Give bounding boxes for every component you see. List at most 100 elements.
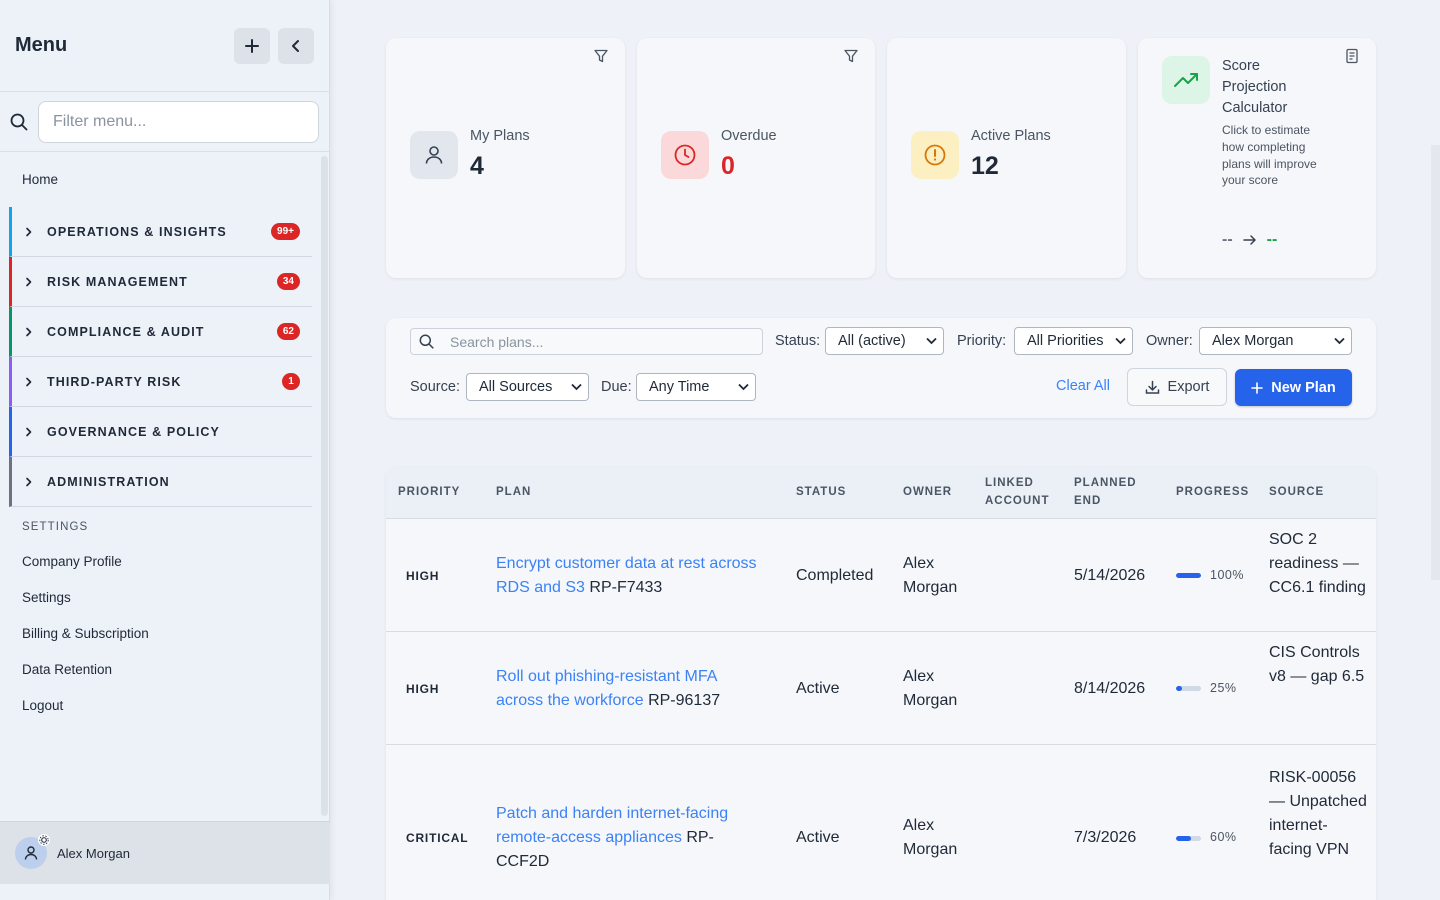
- table-row[interactable]: CRITICAL Patch and harden internet-facing…: [386, 745, 1376, 900]
- chevron-right-icon: [25, 377, 37, 387]
- source-select-value: All Sources: [479, 379, 553, 395]
- search-icon: [419, 334, 434, 349]
- filter-menu-input[interactable]: [38, 100, 319, 143]
- page-scrollbar[interactable]: [1431, 145, 1440, 580]
- main-content: My Plans 4 Overdue 0 Active Plans 12 Sco…: [331, 0, 1440, 900]
- stat-card-active-plans[interactable]: Active Plans 12: [887, 38, 1126, 278]
- status-cell: Active: [796, 680, 840, 697]
- source-cell: RISK-00056 — Unpatched internet-facing V…: [1269, 769, 1367, 858]
- chevron-right-icon: [25, 327, 37, 337]
- status-select[interactable]: All (active): [825, 327, 944, 355]
- column-header-plan[interactable]: PLAN: [496, 483, 531, 501]
- sidebar-item-home[interactable]: Home: [0, 152, 330, 207]
- clock-icon: [661, 131, 709, 179]
- status-label: Status:: [775, 333, 821, 349]
- column-header-progress[interactable]: PROGRESS: [1176, 483, 1249, 501]
- progress-percent: 25%: [1210, 681, 1237, 695]
- count-badge: 62: [276, 323, 300, 340]
- count-badge: 1: [282, 373, 300, 390]
- sidebar-item-risk-management[interactable]: RISK MANAGEMENT 34: [9, 257, 312, 307]
- sidebar-link-company-profile[interactable]: Company Profile: [0, 543, 330, 579]
- owner-select-value: Alex Morgan: [1212, 333, 1294, 349]
- source-cell: CIS Controls v8 — gap 6.5: [1269, 644, 1365, 685]
- sidebar-item-governance-policy[interactable]: GOVERNANCE & POLICY: [9, 407, 312, 457]
- user-profile[interactable]: Alex Morgan: [0, 821, 330, 884]
- plus-icon: [245, 38, 259, 53]
- chevron-left-icon: [292, 39, 299, 52]
- stat-value: 4: [470, 152, 484, 180]
- sidebar: Menu Home OPERATIONS & INSIGHTS 99+ RISK M…: [0, 0, 330, 900]
- new-plan-button[interactable]: New Plan: [1235, 369, 1352, 406]
- sidebar-link-logout[interactable]: Logout: [0, 687, 330, 723]
- score-projection-card[interactable]: Score Projection Calculator Click to est…: [1138, 38, 1376, 278]
- chevron-down-icon: [1334, 337, 1345, 345]
- document-icon[interactable]: [1344, 48, 1360, 64]
- sidebar-item-label: ADMINISTRATION: [47, 474, 170, 489]
- chevron-right-icon: [25, 427, 37, 437]
- arrow-right-icon: [1242, 235, 1256, 245]
- stat-label: Overdue: [721, 128, 777, 144]
- clear-all-button[interactable]: Clear All: [1056, 378, 1110, 394]
- settings-heading: SETTINGS: [22, 521, 89, 533]
- plan-cell: Encrypt customer data at rest across RDS…: [496, 552, 761, 600]
- sidebar-link-settings[interactable]: Settings: [0, 579, 330, 615]
- export-button[interactable]: Export: [1127, 368, 1227, 406]
- filter-icon[interactable]: [593, 48, 609, 64]
- projected-score: --: [1266, 231, 1278, 248]
- column-header-owner[interactable]: OWNER: [903, 483, 952, 501]
- chevron-right-icon: [25, 277, 37, 287]
- new-plan-label: New Plan: [1271, 379, 1336, 396]
- user-icon: [24, 846, 38, 860]
- search-icon: [10, 113, 38, 131]
- priority-select[interactable]: All Priorities: [1014, 327, 1133, 355]
- sidebar-item-label: OPERATIONS & INSIGHTS: [47, 224, 227, 239]
- priority-select-value: All Priorities: [1027, 333, 1104, 349]
- sidebar-item-operations-insights[interactable]: OPERATIONS & INSIGHTS 99+: [9, 207, 312, 257]
- count-badge: 99+: [271, 223, 300, 240]
- table-header: PRIORITY PLAN STATUS OWNER LINKED ACCOUN…: [386, 467, 1376, 519]
- stat-card-overdue[interactable]: Overdue 0: [637, 38, 875, 278]
- add-menu-button[interactable]: [234, 27, 270, 64]
- owner-label: Owner:: [1146, 333, 1193, 349]
- column-header-planned-end[interactable]: PLANNED END: [1074, 474, 1149, 510]
- sidebar-link-data-retention[interactable]: Data Retention: [0, 651, 330, 687]
- column-header-source[interactable]: SOURCE: [1269, 483, 1324, 501]
- sidebar-title: Menu: [15, 34, 68, 56]
- due-select[interactable]: Any Time: [636, 373, 756, 401]
- filter-icon[interactable]: [843, 48, 859, 64]
- stat-card-my-plans[interactable]: My Plans 4: [386, 38, 625, 278]
- trending-up-icon: [1162, 56, 1210, 104]
- source-label: Source:: [410, 379, 460, 395]
- sidebar-link-billing-subscription[interactable]: Billing & Subscription: [0, 615, 330, 651]
- sidebar-item-label: COMPLIANCE & AUDIT: [47, 324, 205, 339]
- sidebar-item-third-party-risk[interactable]: THIRD-PARTY RISK 1: [9, 357, 312, 407]
- priority-cell: HIGH: [406, 569, 440, 583]
- stat-label: My Plans: [470, 128, 530, 144]
- progress-bar: [1176, 836, 1201, 841]
- plan-id: RP-F7433: [589, 579, 663, 596]
- sidebar-scrollbar[interactable]: [321, 156, 328, 816]
- table-row[interactable]: HIGH Encrypt customer data at rest across…: [386, 519, 1376, 632]
- current-score: --: [1222, 231, 1233, 248]
- collapse-sidebar-button[interactable]: [278, 27, 314, 64]
- owner-cell: Alex Morgan: [903, 555, 958, 596]
- source-select[interactable]: All Sources: [466, 373, 589, 401]
- sidebar-item-administration[interactable]: ADMINISTRATION: [9, 457, 312, 507]
- sidebar-item-compliance-audit[interactable]: COMPLIANCE & AUDIT 62: [9, 307, 312, 357]
- table-row[interactable]: HIGH Roll out phishing-resistant MFA acro…: [386, 632, 1376, 745]
- stat-value: 0: [721, 152, 735, 180]
- owner-select[interactable]: Alex Morgan: [1199, 327, 1352, 355]
- search-plans-input[interactable]: [450, 333, 750, 350]
- column-header-priority[interactable]: PRIORITY: [398, 483, 460, 501]
- plan-cell: Roll out phishing-resistant MFA across t…: [496, 665, 761, 713]
- avatar[interactable]: [15, 834, 50, 869]
- column-header-linked-account[interactable]: LINKED ACCOUNT: [985, 474, 1060, 510]
- sidebar-nav: Home OPERATIONS & INSIGHTS 99+ RISK MANAGE…: [0, 152, 330, 820]
- plan-id: RP-96137: [648, 692, 721, 709]
- search-plans[interactable]: [410, 328, 763, 355]
- count-badge: 34: [276, 273, 300, 290]
- stat-value: 12: [971, 152, 999, 180]
- progress-fill: [1176, 686, 1183, 691]
- priority-label: Priority:: [957, 333, 1007, 349]
- column-header-status[interactable]: STATUS: [796, 483, 846, 501]
